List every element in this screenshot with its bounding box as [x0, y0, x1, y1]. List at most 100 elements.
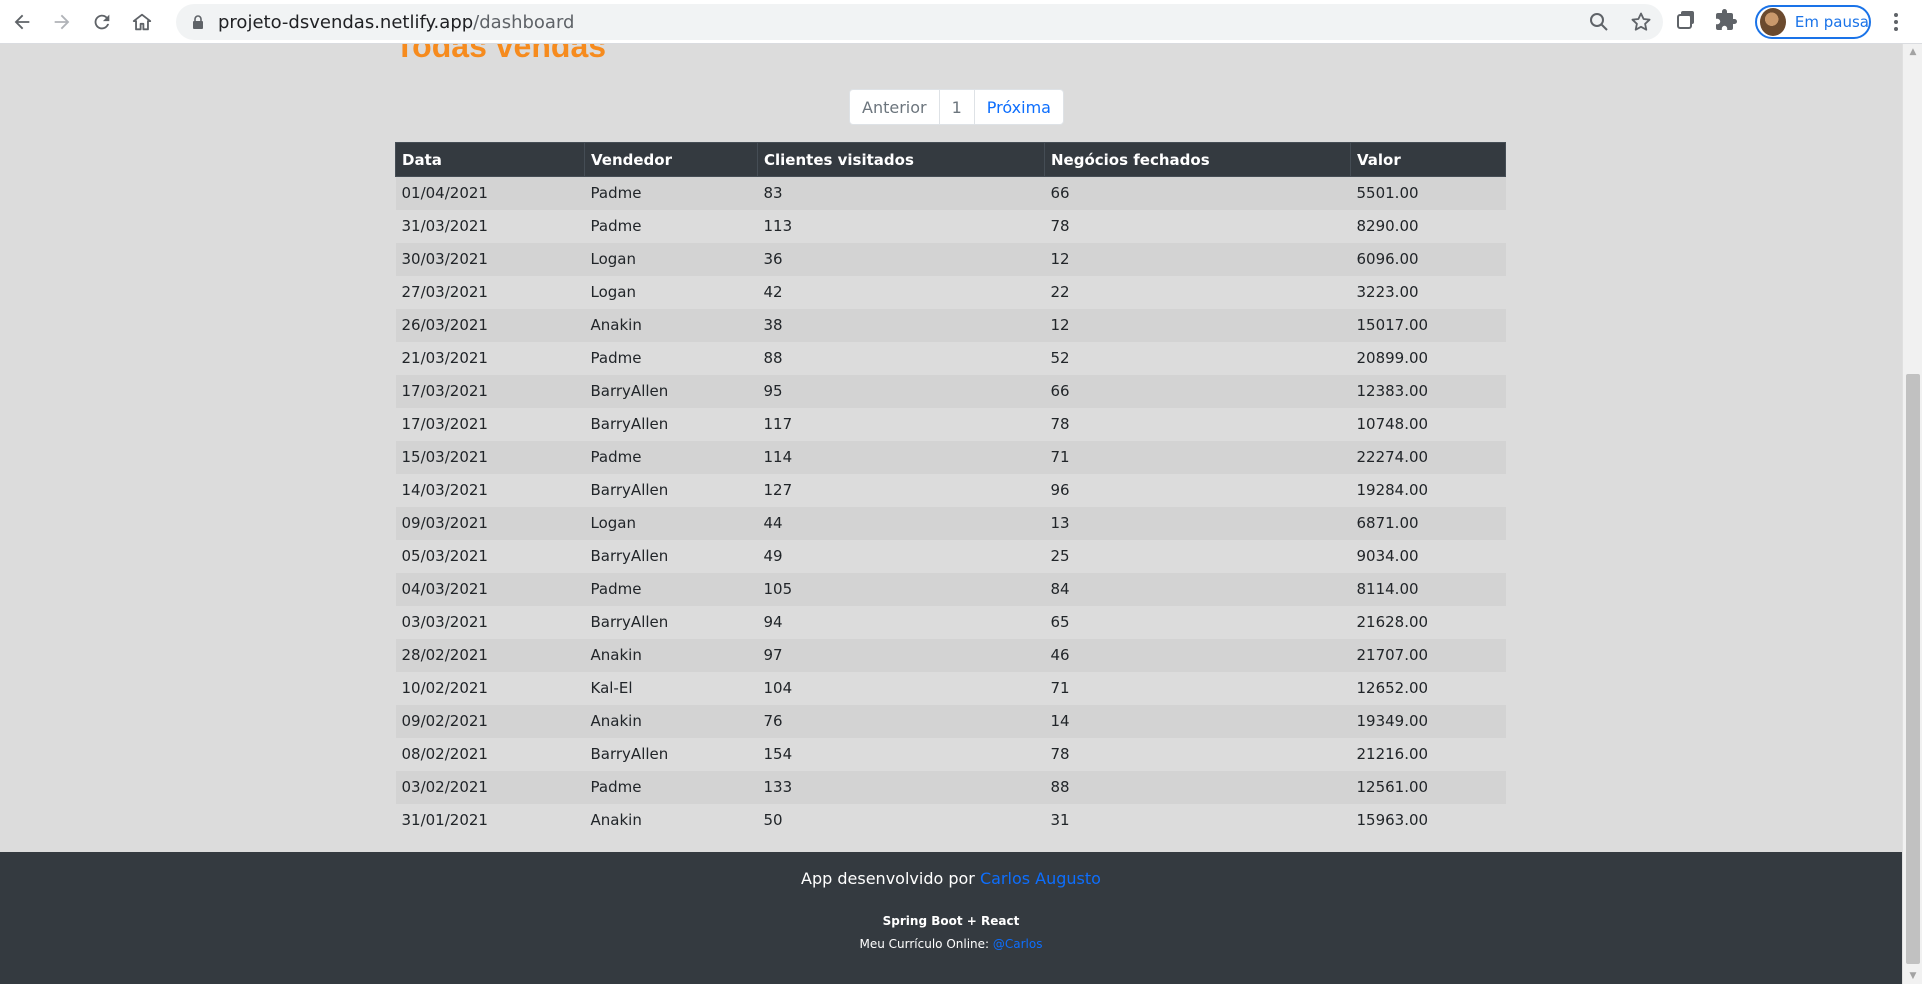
cell-data: 15/03/2021	[401, 448, 488, 466]
table-row: 09/03/2021 Logan 44 13 6871.00	[395, 506, 1506, 540]
cell-negocios-fechados: 66	[1050, 382, 1070, 400]
cell-clientes-visitados: 42	[763, 283, 783, 301]
extensions-icon[interactable]	[1714, 8, 1738, 32]
cv-link[interactable]: @Carlos	[993, 937, 1043, 951]
cell-data: 03/02/2021	[401, 778, 488, 796]
table-row: 28/02/2021 Anakin 97 46 21707.00	[395, 638, 1506, 672]
table-row: 03/02/2021 Padme 133 88 12561.00	[395, 770, 1506, 804]
cell-vendedor: Padme	[590, 217, 642, 235]
cell-data: 17/03/2021	[401, 382, 488, 400]
cell-negocios-fechados: 14	[1050, 712, 1070, 730]
cell-negocios-fechados: 65	[1050, 613, 1070, 631]
pagination-next[interactable]: Próxima	[975, 90, 1063, 124]
cell-clientes-visitados: 154	[763, 745, 793, 763]
sales-table-body: 01/04/2021 Padme 83 66 5501.00 31/03/2021 Padm…	[395, 176, 1506, 837]
table-row: 14/03/2021 BarryAllen 127 96 19284.00	[395, 473, 1506, 507]
cell-negocios-fechados: 78	[1050, 745, 1070, 763]
reload-button[interactable]	[84, 4, 120, 40]
cell-data: 28/02/2021	[401, 646, 488, 664]
cell-vendedor: Padme	[590, 184, 642, 203]
sales-table: Data Vendedor Clientes visitados Negócio…	[395, 142, 1506, 837]
address-bar[interactable]: projeto-dsvendas.netlify.app/dashboard	[176, 4, 1663, 40]
cell-negocios-fechados: 84	[1050, 580, 1070, 598]
cell-negocios-fechados: 66	[1050, 184, 1070, 203]
cell-data: 05/03/2021	[401, 547, 488, 565]
author-link[interactable]: Carlos Augusto	[980, 869, 1101, 888]
cell-negocios-fechados: 31	[1050, 811, 1070, 829]
avatar	[1760, 8, 1786, 36]
page-content: Todas vendas Anterior 1 Próxima Data Ven…	[0, 44, 1902, 984]
pagination-current-page[interactable]: 1	[940, 90, 975, 124]
browser-toolbar: projeto-dsvendas.netlify.app/dashboard E…	[0, 0, 1922, 44]
table-row: 17/03/2021 BarryAllen 117 78 10748.00	[395, 407, 1506, 441]
cell-data: 27/03/2021	[401, 283, 488, 301]
scroll-up-arrow[interactable]: ▲	[1903, 44, 1922, 60]
scroll-down-arrow[interactable]: ▼	[1903, 968, 1922, 984]
cell-data: 17/03/2021	[401, 415, 488, 433]
cell-data: 04/03/2021	[401, 580, 488, 598]
cell-vendedor: Anakin	[590, 712, 642, 730]
profile-button[interactable]: Em pausa	[1755, 5, 1871, 39]
table-row: 17/03/2021 BarryAllen 95 66 12383.00	[395, 374, 1506, 408]
star-icon[interactable]	[1629, 10, 1653, 34]
cell-vendedor: Padme	[590, 448, 642, 466]
tab-search-icon[interactable]	[1674, 8, 1698, 32]
browser-menu-button[interactable]	[1884, 10, 1908, 38]
header-negocios-fechados: Negócios fechados	[1044, 142, 1351, 177]
cell-vendedor: Logan	[590, 250, 637, 268]
forward-button[interactable]	[44, 4, 80, 40]
table-row: 03/03/2021 BarryAllen 94 65 21628.00	[395, 605, 1506, 639]
cell-clientes-visitados: 88	[763, 349, 783, 367]
cell-clientes-visitados: 127	[763, 481, 793, 499]
table-row: 21/03/2021 Padme 88 52 20899.00	[395, 341, 1506, 375]
scrollbar-thumb[interactable]	[1906, 374, 1920, 964]
cell-clientes-visitados: 95	[763, 382, 783, 400]
table-row: 26/03/2021 Anakin 38 12 15017.00	[395, 308, 1506, 342]
footer-cv-prefix: Meu Currículo Online:	[859, 937, 993, 951]
cell-vendedor: BarryAllen	[590, 613, 669, 631]
cell-clientes-visitados: 133	[763, 778, 793, 796]
cell-negocios-fechados: 71	[1050, 679, 1070, 697]
footer: App desenvolvido por Carlos Augusto Spri…	[0, 852, 1902, 984]
table-row: 01/04/2021 Padme 83 66 5501.00	[395, 176, 1506, 210]
url-path: /dashboard	[473, 11, 575, 33]
cell-negocios-fechados: 22	[1050, 283, 1070, 301]
cell-valor: 19349.00	[1356, 712, 1429, 730]
cell-valor: 21216.00	[1356, 745, 1429, 763]
cell-valor: 12561.00	[1356, 778, 1429, 796]
cell-valor: 6096.00	[1356, 250, 1419, 268]
cell-negocios-fechados: 25	[1050, 547, 1070, 565]
cell-data: 09/02/2021	[401, 712, 488, 730]
cell-valor: 6871.00	[1356, 514, 1419, 532]
cell-vendedor: Logan	[590, 283, 637, 301]
cell-clientes-visitados: 113	[763, 217, 793, 235]
table-row: 05/03/2021 BarryAllen 49 25 9034.00	[395, 539, 1506, 573]
footer-cv: Meu Currículo Online: @Carlos	[0, 937, 1902, 951]
cell-vendedor: Kal-El	[590, 679, 633, 697]
cell-clientes-visitados: 114	[763, 448, 793, 466]
home-button[interactable]	[124, 4, 160, 40]
back-button[interactable]	[4, 4, 40, 40]
cell-vendedor: Anakin	[590, 316, 642, 334]
cell-clientes-visitados: 97	[763, 646, 783, 664]
url-host: projeto-dsvendas.netlify.app	[218, 11, 474, 33]
cell-clientes-visitados: 50	[763, 811, 783, 829]
cell-data: 10/02/2021	[401, 679, 488, 697]
table-row: 04/03/2021 Padme 105 84 8114.00	[395, 572, 1506, 606]
cell-clientes-visitados: 44	[763, 514, 783, 532]
cell-vendedor: Padme	[590, 778, 642, 796]
header-data: Data	[395, 142, 585, 177]
cell-negocios-fechados: 78	[1050, 217, 1070, 235]
cell-negocios-fechados: 12	[1050, 250, 1070, 268]
pagination-previous[interactable]: Anterior	[850, 90, 940, 124]
cell-vendedor: Padme	[590, 580, 642, 598]
cell-negocios-fechados: 13	[1050, 514, 1070, 532]
cell-valor: 5501.00	[1356, 184, 1419, 203]
cell-vendedor: Anakin	[590, 646, 642, 664]
cell-negocios-fechados: 71	[1050, 448, 1070, 466]
table-row: 31/01/2021 Anakin 50 31 15963.00	[395, 803, 1506, 837]
cell-valor: 12383.00	[1356, 382, 1429, 400]
vertical-scrollbar[interactable]: ▲ ▼	[1902, 44, 1922, 984]
zoom-icon[interactable]	[1587, 10, 1611, 34]
cell-clientes-visitados: 94	[763, 613, 783, 631]
